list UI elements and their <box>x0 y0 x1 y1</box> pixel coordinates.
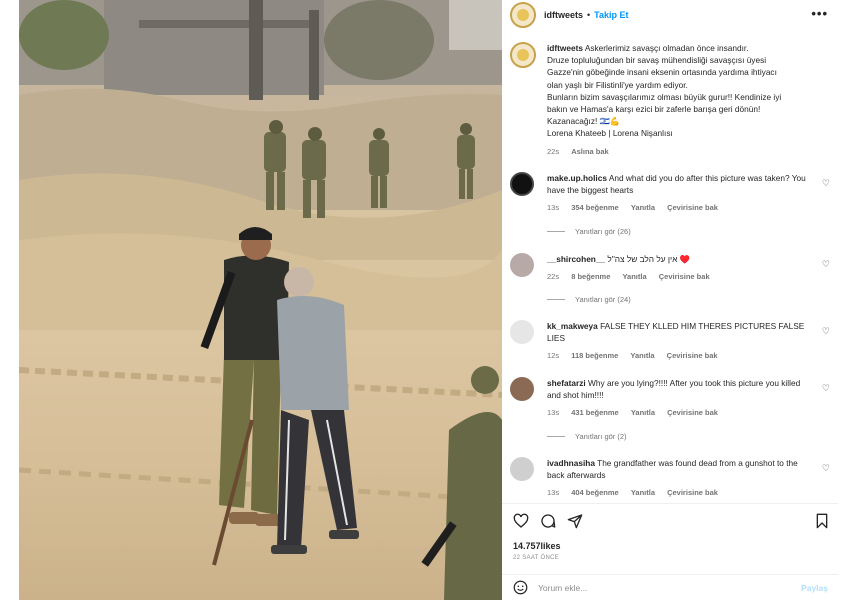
translate-link[interactable]: Çevirisine bak <box>667 408 718 417</box>
add-comment-bar: Yorum ekle... Paylaş <box>502 574 838 600</box>
post-sidebar: idftweets • Takip Et ••• idftweets Asker… <box>502 0 838 600</box>
caption-avatar[interactable] <box>510 42 536 68</box>
comment-icon[interactable] <box>540 513 556 529</box>
comment-meta: 13s 404 beğenme Yanıtla Çevirisine bak <box>547 487 809 499</box>
caption-line: Druze topluluğundan bir savaş mühendisli… <box>547 55 767 66</box>
comment-heart-icon[interactable]: ♡ <box>822 383 830 394</box>
caption-line: Lorena Khateeb | Lorena Nişanlısı <box>547 128 673 139</box>
emoji-icon[interactable] <box>513 580 528 595</box>
likes-count[interactable]: 14.757likes <box>513 541 561 551</box>
reply-button[interactable]: Yanıtla <box>622 272 646 281</box>
comment-item: __shircohen__ אין על הלב של צה"ל ♥️ 22s … <box>510 253 830 283</box>
share-icon[interactable] <box>567 513 583 529</box>
comment-meta: 13s 431 beğenme Yanıtla Çevirisine bak <box>547 407 809 419</box>
view-replies-label: Yanıtları gör (2) <box>575 432 627 441</box>
caption-line: Askerlerimiz savaşçı olmadan önce insand… <box>584 43 749 53</box>
replies-divider <box>547 231 565 232</box>
reply-button[interactable]: Yanıtla <box>631 408 655 417</box>
comment-heart-icon[interactable]: ♡ <box>822 259 830 270</box>
commenter-username[interactable]: __shircohen__ <box>547 254 605 264</box>
commenter-avatar[interactable] <box>510 172 534 196</box>
commenter-username[interactable]: kk_makweya <box>547 321 598 331</box>
comment-item: shefatarzi Why are you lying?!!!! After … <box>510 377 830 419</box>
comment-likes[interactable]: 431 beğenme <box>571 408 619 417</box>
commenter-avatar[interactable] <box>510 320 534 344</box>
post-timestamp: 22 SAAT ÖNCE <box>513 555 560 561</box>
comment-time[interactable]: 13s <box>547 488 559 497</box>
comment-time[interactable]: 12s <box>547 351 559 360</box>
view-replies-button[interactable]: Yanıtları gör (2) <box>547 432 627 441</box>
post-header: idftweets • Takip Et ••• <box>502 0 838 30</box>
caption-text: idftweets Askerlerimiz savaşçı olmadan ö… <box>547 42 781 140</box>
caption-meta: 22s Aslına bak <box>547 146 781 158</box>
post-actions: 14.757likes 22 SAAT ÖNCE Yorum ekle... P… <box>502 503 838 599</box>
translate-link[interactable]: Çevirisine bak <box>667 488 718 497</box>
view-replies-button[interactable]: Yanıtları gör (24) <box>547 295 631 304</box>
post-photo[interactable] <box>19 0 502 600</box>
commenter-avatar[interactable] <box>510 377 534 401</box>
comment-heart-icon[interactable]: ♡ <box>822 178 830 189</box>
comment-meta: 22s 8 beğenme Yanıtla Çevirisine bak <box>547 271 809 283</box>
follow-button[interactable]: Takip Et <box>594 10 628 20</box>
comment-item: ivadhnasiha The grandfather was found de… <box>510 457 830 499</box>
reply-button[interactable]: Yanıtla <box>630 351 654 360</box>
view-replies-button[interactable]: Yanıtları gör (26) <box>547 227 631 236</box>
commenter-avatar[interactable] <box>510 253 534 277</box>
heart-icon[interactable] <box>513 513 529 529</box>
reply-button[interactable]: Yanıtla <box>631 488 655 497</box>
post-comment-button[interactable]: Paylaş <box>801 583 828 593</box>
view-replies-label: Yanıtları gör (26) <box>575 227 631 236</box>
comment-item: kk_makweya FALSE THEY KLLED HIM THERES P… <box>510 320 830 362</box>
commenter-avatar[interactable] <box>510 457 534 481</box>
caption-username[interactable]: idftweets <box>547 43 583 53</box>
comment-meta: 12s 118 beğenme Yanıtla Çevirisine bak <box>547 350 809 362</box>
comment-item: make.up.holics And what did you do after… <box>510 172 830 214</box>
comment-time[interactable]: 13s <box>547 408 559 417</box>
translate-link[interactable]: Çevirisine bak <box>659 272 710 281</box>
caption-line: Kazanacağız! 🇮🇱💪 <box>547 116 621 127</box>
separator-dot: • <box>587 10 591 20</box>
comment-likes[interactable]: 8 beğenme <box>571 272 610 281</box>
replies-divider <box>547 436 565 437</box>
comment-likes[interactable]: 354 beğenme <box>571 203 619 212</box>
translate-link[interactable]: Çevirisine bak <box>667 203 718 212</box>
author-avatar[interactable] <box>510 2 536 28</box>
caption-line: Bunların bizim savaşçılarımız olması büy… <box>547 91 782 102</box>
see-translation-link[interactable]: Aslına bak <box>571 147 609 156</box>
comment-text: אין על הלב של צה"ל ♥️ <box>607 254 691 264</box>
commenter-username[interactable]: make.up.holics <box>547 173 607 183</box>
comment-likes[interactable]: 118 beğenme <box>571 351 618 360</box>
commenter-username[interactable]: shefatarzi <box>547 378 586 388</box>
translate-link[interactable]: Çevirisine bak <box>667 351 718 360</box>
caption-line: Gazze'nin göbeğinde insani eksenin ortas… <box>547 67 777 78</box>
caption-time[interactable]: 22s <box>547 147 559 156</box>
post-caption: idftweets Askerlerimiz savaşçı olmadan ö… <box>510 42 826 158</box>
caption-line: olan yaşlı bir Filistinli'ye yardım ediy… <box>547 79 688 90</box>
comment-time[interactable]: 13s <box>547 203 559 212</box>
comment-likes[interactable]: 404 beğenme <box>571 488 619 497</box>
photo-scene <box>19 0 502 600</box>
reply-button[interactable]: Yanıtla <box>631 203 655 212</box>
comment-time[interactable]: 22s <box>547 272 559 281</box>
caption-line: bakın ve Hamas'a karşı ezici bir zaferle… <box>547 104 761 115</box>
view-replies-label: Yanıtları gör (24) <box>575 295 631 304</box>
bookmark-icon[interactable] <box>814 513 830 529</box>
replies-divider <box>547 299 565 300</box>
comment-heart-icon[interactable]: ♡ <box>822 463 830 474</box>
author-username[interactable]: idftweets <box>544 10 583 20</box>
more-options-icon[interactable]: ••• <box>811 6 828 21</box>
comment-input[interactable]: Yorum ekle... <box>538 583 587 593</box>
commenter-username[interactable]: ivadhnasiha <box>547 458 595 468</box>
comment-meta: 13s 354 beğenme Yanıtla Çevirisine bak <box>547 202 809 214</box>
comment-heart-icon[interactable]: ♡ <box>822 326 830 337</box>
